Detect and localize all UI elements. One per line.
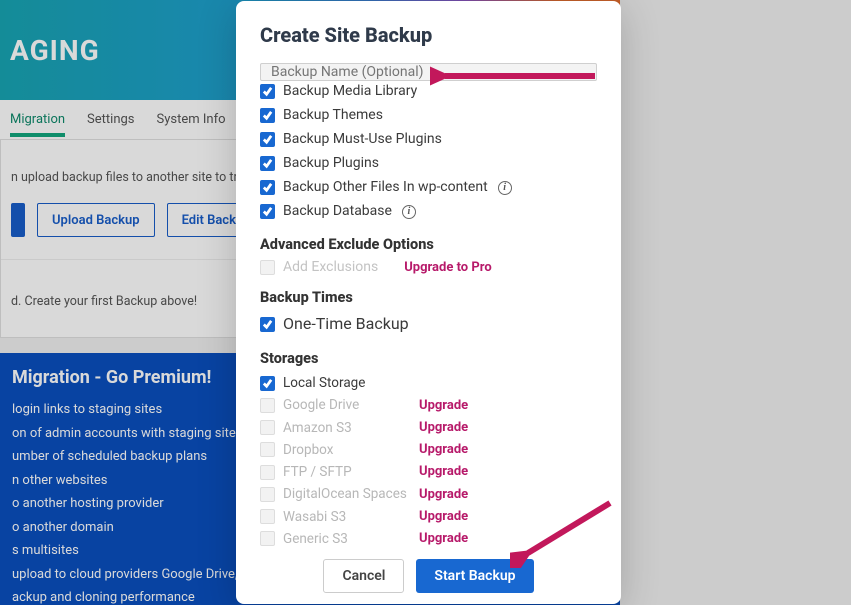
backup-name-input[interactable]	[260, 63, 597, 81]
storage-upgrade-link[interactable]: Upgrade	[419, 418, 468, 438]
checkbox-other-files[interactable]	[260, 180, 275, 195]
storage-label: Dropbox	[283, 440, 411, 460]
storage-upgrade-link[interactable]: Upgrade	[419, 462, 468, 482]
label-other-files: Backup Other Files In wp-content	[283, 177, 488, 198]
storage-label: FTP / SFTP	[283, 462, 411, 482]
create-site-backup-modal: Create Site Backup Backup Media Library …	[236, 1, 621, 604]
upgrade-to-pro-link[interactable]: Upgrade to Pro	[404, 260, 491, 275]
add-exclusions-row: Add Exclusions Upgrade to Pro	[260, 259, 597, 275]
checkbox-ftp-sftp	[260, 465, 275, 480]
checkbox-database[interactable]	[260, 204, 275, 219]
label-database: Backup Database	[283, 201, 392, 222]
cancel-button[interactable]: Cancel	[323, 559, 404, 593]
checkbox-media[interactable]	[260, 84, 275, 99]
modal-title: Create Site Backup	[260, 23, 597, 47]
checkbox-themes[interactable]	[260, 108, 275, 123]
label-one-time: One-Time Backup	[283, 312, 409, 336]
checkbox-add-exclusions	[260, 260, 275, 275]
checkbox-plugins[interactable]	[260, 156, 275, 171]
storage-label: DigitalOcean Spaces	[283, 484, 411, 504]
storages-title: Storages	[260, 350, 597, 367]
checkbox-mu-plugins[interactable]	[260, 132, 275, 147]
storage-upgrade-link[interactable]: Upgrade	[419, 507, 468, 527]
checkbox-one-time[interactable]	[260, 317, 275, 332]
backup-times-title: Backup Times	[260, 289, 597, 306]
storage-upgrade-link[interactable]: Upgrade	[419, 396, 468, 416]
storage-label: Generic S3	[283, 529, 411, 549]
storage-upgrade-link[interactable]: Upgrade	[419, 485, 468, 505]
info-icon[interactable]: i	[498, 181, 512, 195]
backup-options: Backup Media Library Backup Themes Backu…	[260, 81, 597, 222]
checkbox-generic-s3	[260, 531, 275, 546]
storage-upgrade-link[interactable]: Upgrade	[419, 440, 468, 460]
storage-label: Wasabi S3	[283, 507, 411, 527]
checkbox-amazon-s3	[260, 420, 275, 435]
storage-label: Amazon S3	[283, 418, 411, 438]
storage-list: Local Storage Google Drive Upgrade Amazo…	[260, 373, 597, 549]
storage-label: Google Drive	[283, 395, 411, 415]
label-media: Backup Media Library	[283, 81, 417, 102]
advanced-title: Advanced Exclude Options	[260, 236, 597, 253]
modal-footer: Cancel Start Backup	[260, 549, 597, 593]
label-themes: Backup Themes	[283, 105, 383, 126]
start-backup-button[interactable]: Start Backup	[416, 559, 533, 593]
checkbox-local-storage[interactable]	[260, 376, 275, 391]
info-icon[interactable]: i	[402, 205, 416, 219]
label-add-exclusions: Add Exclusions	[283, 259, 378, 275]
storage-upgrade-link[interactable]: Upgrade	[419, 529, 468, 549]
checkbox-dropbox	[260, 442, 275, 457]
storage-label: Local Storage	[283, 373, 411, 393]
checkbox-digitalocean-spaces	[260, 487, 275, 502]
label-plugins: Backup Plugins	[283, 153, 379, 174]
checkbox-google-drive	[260, 398, 275, 413]
label-mu-plugins: Backup Must-Use Plugins	[283, 129, 442, 150]
checkbox-wasabi-s3	[260, 509, 275, 524]
